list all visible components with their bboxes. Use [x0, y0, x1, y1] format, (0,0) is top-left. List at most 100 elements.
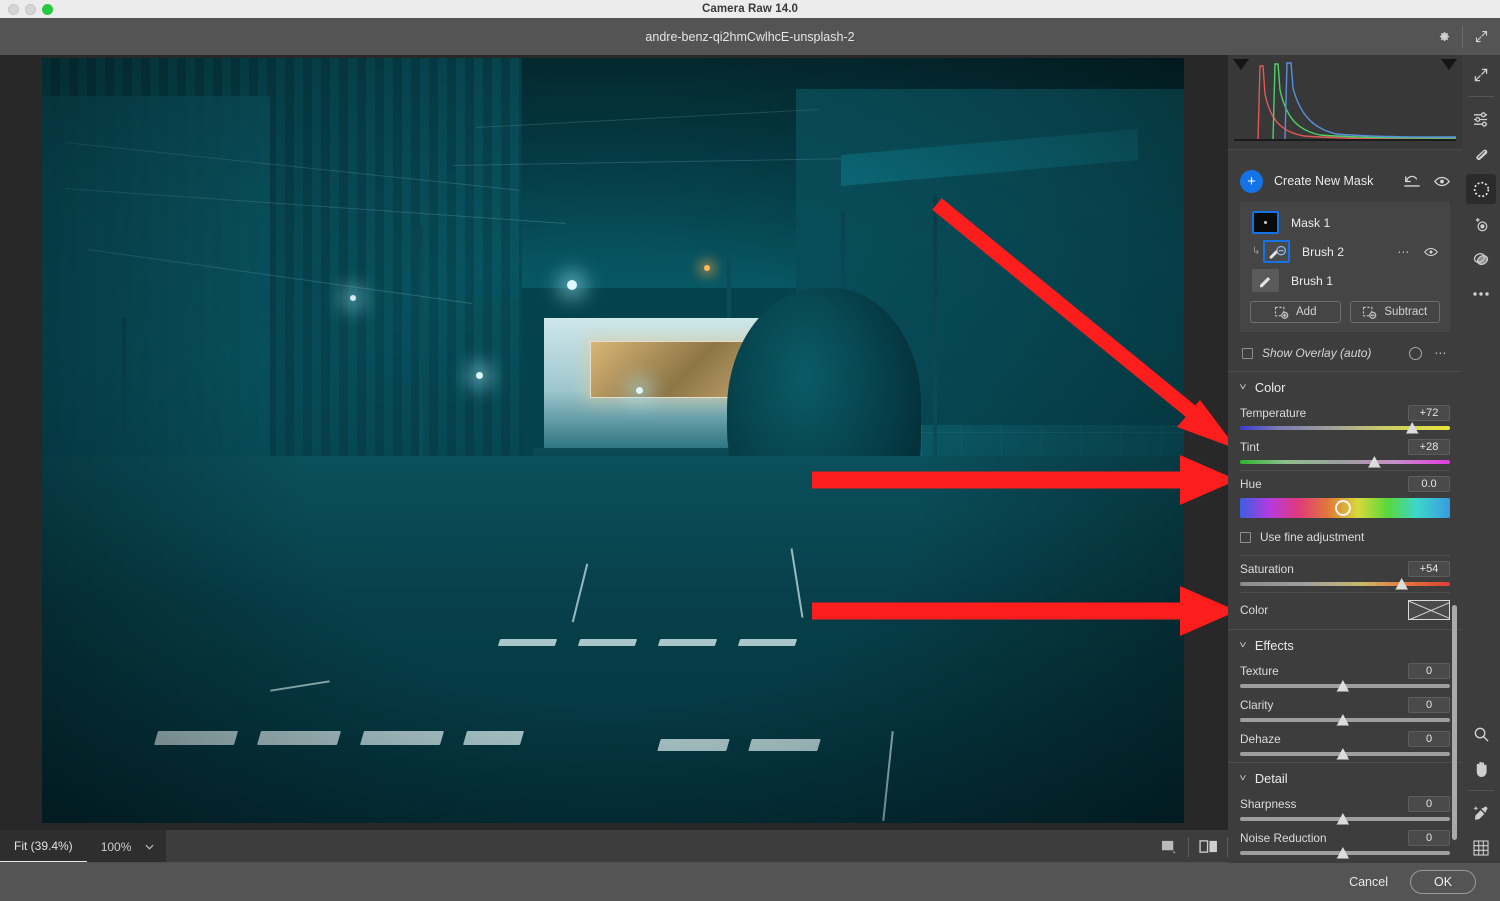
add-mask-icon — [1274, 306, 1289, 319]
slider-label: Saturation — [1240, 561, 1294, 576]
slider-noise-reduction[interactable]: Noise Reduction 0 — [1240, 827, 1450, 859]
hue-spectrum-track[interactable] — [1240, 498, 1450, 518]
gear-icon[interactable] — [1425, 18, 1462, 55]
hue-knob[interactable] — [1334, 500, 1351, 516]
slider-value[interactable]: +54 — [1408, 560, 1450, 577]
show-overlay-row[interactable]: Show Overlay (auto) ⋯ — [1228, 339, 1462, 367]
overlay-color-icon[interactable] — [1409, 346, 1423, 360]
section-detail: ˅ Detail Sharpness 0 Noise Reduction 0 — [1228, 763, 1462, 859]
use-fine-adjustment-row[interactable]: Use fine adjustment — [1240, 526, 1450, 548]
section-color-header[interactable]: ˅ Color — [1239, 372, 1450, 402]
create-new-mask-row[interactable]: + Create New Mask — [1240, 166, 1450, 196]
subtract-mask-icon — [1362, 306, 1377, 319]
hand-tool-icon[interactable] — [1466, 754, 1496, 784]
histogram[interactable] — [1228, 55, 1462, 150]
before-after-single-icon[interactable] — [1150, 830, 1188, 863]
slider-texture[interactable]: Texture 0 — [1240, 660, 1450, 692]
slider-label: Noise Reduction — [1240, 830, 1327, 845]
color-swatch-label: Color — [1240, 603, 1269, 617]
add-button[interactable]: Add — [1250, 301, 1341, 323]
eye-icon[interactable] — [1424, 247, 1438, 257]
camera-raw-window: Camera Raw 14.0 andre-benz-qi2hmCwlhcE-u… — [0, 0, 1500, 901]
fine-adjustment-label: Use fine adjustment — [1260, 530, 1365, 544]
slider-temperature[interactable]: Temperature +72 — [1240, 402, 1450, 434]
slider-value[interactable]: 0 — [1408, 730, 1450, 747]
slider-value[interactable]: +72 — [1408, 404, 1450, 421]
presets-icon[interactable] — [1466, 244, 1496, 274]
slider-value[interactable]: 0 — [1408, 829, 1450, 846]
section-detail-title: Detail — [1254, 770, 1288, 786]
create-new-mask-label: Create New Mask — [1274, 174, 1374, 188]
chevron-down-icon[interactable]: ˅ — [1239, 773, 1246, 784]
mask-row-mask-1[interactable]: Mask 1 — [1248, 208, 1442, 237]
chevron-down-icon[interactable] — [141, 830, 167, 863]
slider-value[interactable]: 0 — [1408, 795, 1450, 812]
grid-overlay-icon[interactable] — [1466, 833, 1496, 863]
section-detail-header[interactable]: ˅ Detail — [1239, 763, 1450, 793]
show-overlay-label: Show Overlay (auto) — [1262, 346, 1372, 360]
ellipsis-icon[interactable]: ⋯ — [1397, 246, 1411, 258]
mask-row-brush-2[interactable]: ↳ Brush 2 ⋯ — [1248, 237, 1442, 266]
fullscreen-icon[interactable] — [1466, 60, 1496, 90]
slider-tint[interactable]: Tint +28 — [1240, 436, 1450, 468]
slider-track[interactable] — [1240, 422, 1450, 434]
sub-divider-3 — [1240, 592, 1450, 593]
mask-thumbnail[interactable] — [1252, 211, 1279, 234]
plus-icon[interactable]: + — [1240, 169, 1263, 193]
fit-zoom-tab[interactable]: Fit (39.4%) — [0, 830, 87, 863]
empty-color-swatch[interactable] — [1408, 600, 1450, 620]
slider-saturation[interactable]: Saturation +54 — [1240, 558, 1450, 590]
eye-icon[interactable] — [1434, 176, 1450, 187]
white-balance-eyedropper-icon[interactable] — [1466, 798, 1496, 828]
slider-track[interactable] — [1240, 847, 1450, 859]
slider-track[interactable] — [1240, 578, 1450, 590]
show-overlay-checkbox[interactable] — [1242, 347, 1253, 359]
file-name-label: andre-benz-qi2hmCwlhcE-unsplash-2 — [645, 29, 855, 44]
image-canvas[interactable] — [0, 55, 1228, 830]
before-after-split-icon[interactable] — [1189, 830, 1227, 863]
zoom-level-tab[interactable]: 100% — [86, 830, 142, 863]
brush-subtract-icon[interactable] — [1263, 240, 1290, 263]
slider-label: Hue — [1240, 476, 1262, 491]
mask-label: Brush 1 — [1291, 273, 1334, 288]
reset-arrow-icon[interactable] — [1404, 175, 1420, 188]
dialog-footer: Cancel OK — [0, 863, 1500, 901]
chevron-down-icon[interactable]: ˅ — [1239, 640, 1246, 651]
zoom-tool-icon[interactable] — [1466, 719, 1496, 749]
header-icons — [1425, 18, 1500, 55]
slider-value[interactable]: 0.0 — [1408, 475, 1450, 492]
slider-clarity[interactable]: Clarity 0 — [1240, 694, 1450, 726]
red-eye-icon[interactable] — [1466, 209, 1496, 239]
mask-row-brush-1[interactable]: Brush 1 — [1248, 266, 1442, 295]
healing-brush-icon[interactable] — [1466, 139, 1496, 169]
slider-track[interactable] — [1240, 813, 1450, 825]
ellipsis-icon[interactable]: ⋯ — [1434, 347, 1448, 359]
more-ellipsis-icon[interactable] — [1466, 279, 1496, 309]
slider-value[interactable]: 0 — [1408, 696, 1450, 713]
slider-track[interactable] — [1240, 456, 1450, 468]
color-swatch-row[interactable]: Color — [1240, 595, 1450, 625]
slider-dehaze[interactable]: Dehaze 0 — [1240, 728, 1450, 760]
slider-sharpness[interactable]: Sharpness 0 — [1240, 793, 1450, 825]
slider-track[interactable] — [1240, 748, 1450, 760]
subtract-button[interactable]: Subtract — [1349, 301, 1440, 323]
section-effects: ˅ Effects Texture 0 Clarity 0 Dehaze 0 — [1228, 630, 1462, 760]
section-effects-header[interactable]: ˅ Effects — [1239, 630, 1450, 660]
photo-preview[interactable] — [42, 58, 1184, 823]
section-color-title: Color — [1254, 379, 1286, 395]
brush-icon[interactable] — [1252, 269, 1279, 292]
masking-icon[interactable] — [1466, 174, 1496, 204]
chevron-down-icon[interactable]: ˅ — [1239, 382, 1246, 393]
slider-hue[interactable]: Hue 0.0 — [1240, 473, 1450, 518]
section-color: ˅ Color Temperature +72 Tint +28 Hue 0.0… — [1228, 372, 1462, 625]
slider-value[interactable]: 0 — [1408, 662, 1450, 679]
expand-arrows-icon[interactable] — [1463, 18, 1500, 55]
panel-scrollbar[interactable] — [1452, 605, 1457, 840]
cancel-button[interactable]: Cancel — [1349, 875, 1388, 889]
slider-value[interactable]: +28 — [1408, 438, 1450, 455]
edit-sliders-icon[interactable] — [1466, 104, 1496, 134]
slider-track[interactable] — [1240, 714, 1450, 726]
fine-adjustment-checkbox[interactable] — [1240, 531, 1251, 543]
slider-track[interactable] — [1240, 680, 1450, 692]
ok-button[interactable]: OK — [1410, 870, 1476, 894]
